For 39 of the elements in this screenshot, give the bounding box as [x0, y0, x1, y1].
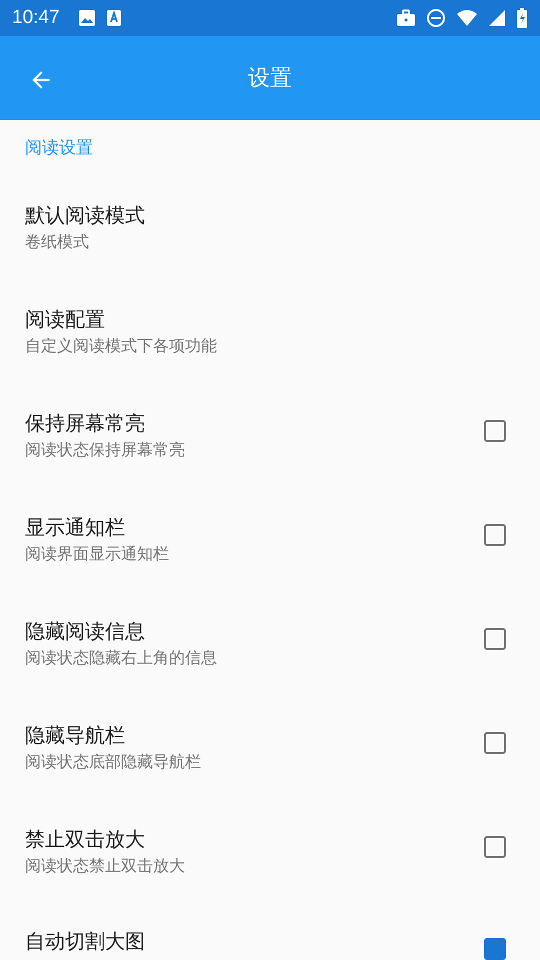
item-title: 阅读配置 [25, 306, 106, 333]
settings-item[interactable]: 禁止双击放大 阅读状态禁止双击放大 [0, 799, 540, 903]
item-subtitle: 阅读状态底部隐藏导航栏 [25, 751, 202, 773]
item-subtitle: 自定义阅读模式下各项功能 [25, 335, 218, 357]
item-subtitle: 卷纸模式 [25, 231, 90, 253]
item-subtitle: 阅读界面显示通知栏 [25, 543, 170, 565]
settings-item[interactable]: 自动切割大图 [0, 903, 540, 960]
briefcase-icon [396, 9, 416, 27]
item-subtitle: 阅读状态保持屏幕常亮 [25, 439, 186, 461]
signal-icon [488, 9, 506, 27]
checkbox[interactable] [484, 938, 506, 960]
checkbox[interactable] [484, 628, 506, 650]
image-icon [78, 9, 96, 27]
settings-item[interactable]: 默认阅读模式 卷纸模式 [0, 175, 540, 279]
wifi-icon [456, 9, 478, 27]
settings-item[interactable]: 隐藏阅读信息 阅读状态隐藏右上角的信息 [0, 591, 540, 695]
settings-item[interactable]: 隐藏导航栏 阅读状态底部隐藏导航栏 [0, 695, 540, 799]
item-title: 隐藏导航栏 [25, 722, 126, 749]
checkbox[interactable] [484, 732, 506, 754]
do-not-disturb-icon [426, 8, 446, 28]
settings-item[interactable]: 显示通知栏 阅读界面显示通知栏 [0, 487, 540, 591]
item-title: 自动切割大图 [25, 928, 146, 955]
status-time: 10:47 [12, 7, 60, 29]
item-subtitle: 阅读状态隐藏右上角的信息 [25, 647, 218, 669]
item-title: 显示通知栏 [25, 514, 126, 541]
page-title: 设置 [248, 65, 292, 93]
checkbox[interactable] [484, 836, 506, 858]
section-header: 阅读设置 [24, 137, 94, 160]
settings-item[interactable]: 保持屏幕常亮 阅读状态保持屏幕常亮 [0, 383, 540, 487]
item-title: 保持屏幕常亮 [25, 410, 146, 437]
settings-item[interactable]: 阅读配置 自定义阅读模式下各项功能 [0, 279, 540, 383]
checkbox[interactable] [484, 524, 506, 546]
item-subtitle: 阅读状态禁止双击放大 [25, 855, 186, 877]
checkbox[interactable] [484, 420, 506, 442]
item-title: 默认阅读模式 [25, 202, 146, 229]
font-icon [106, 9, 122, 27]
item-title: 禁止双击放大 [25, 826, 146, 853]
item-title: 隐藏阅读信息 [25, 618, 146, 645]
battery-icon [516, 8, 528, 28]
